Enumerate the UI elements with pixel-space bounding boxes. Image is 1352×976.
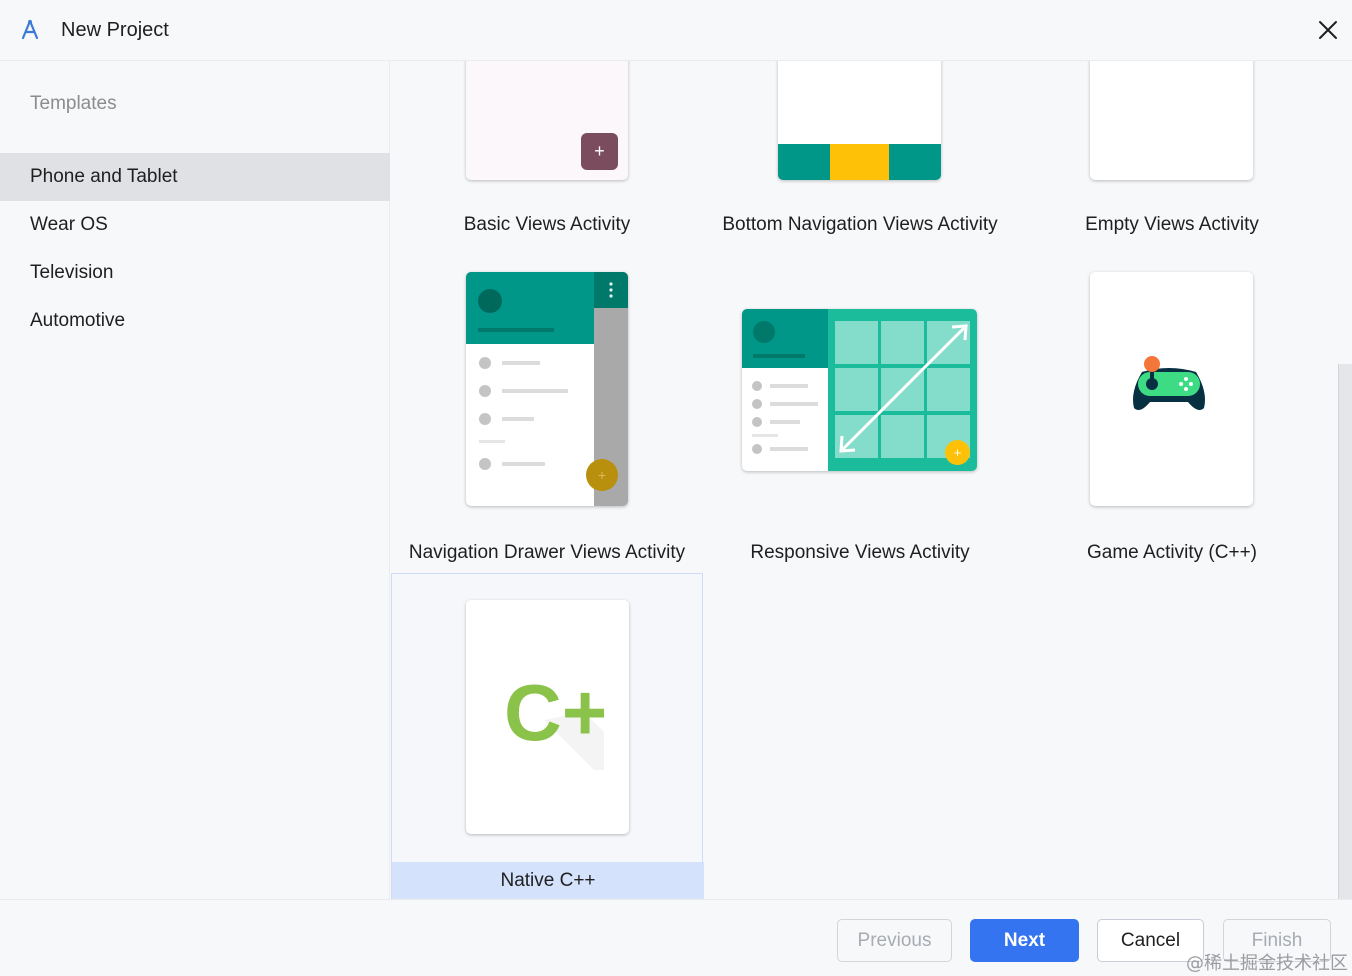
template-card-navigation-drawer[interactable]: + Navigation Drawer Views Activity	[391, 272, 703, 572]
fab-plus-icon: +	[586, 459, 618, 491]
template-label: Game Activity (C++)	[1087, 542, 1257, 563]
window-title: New Project	[61, 19, 169, 41]
drawer-menu-items	[479, 357, 568, 470]
android-studio-icon	[21, 19, 39, 40]
template-card-responsive-views[interactable]: + Responsive Views Activity	[704, 272, 1016, 572]
sidebar-header: Templates	[30, 93, 117, 114]
basic-views-preview: +	[466, 61, 628, 180]
fab-plus-icon: +	[945, 440, 970, 465]
sidebar-item-wear-os[interactable]: Wear OS	[0, 201, 390, 249]
template-label: Basic Views Activity	[463, 214, 631, 235]
sidebar-item-automotive[interactable]: Automotive	[0, 297, 390, 345]
watermark: @稀土掘金技术社区	[1186, 953, 1348, 974]
template-grid: + Basic Views Activity Bottom Navigation…	[391, 61, 1352, 899]
responsive-views-preview: +	[742, 309, 977, 471]
game-activity-preview	[1090, 272, 1253, 506]
template-card-game-activity[interactable]: Game Activity (C++)	[1016, 272, 1328, 572]
template-label: Responsive Views Activity	[750, 542, 970, 563]
navigation-drawer-preview: +	[466, 272, 628, 506]
sidebar-item-phone-and-tablet[interactable]: Phone and Tablet	[0, 153, 390, 201]
gamepad-icon	[1133, 356, 1205, 410]
fab-plus-icon: +	[581, 133, 618, 170]
sidebar-item-television[interactable]: Television	[0, 249, 390, 297]
bottom-nav-selected-tab	[830, 144, 889, 180]
next-button[interactable]: Next	[970, 919, 1079, 962]
empty-views-preview	[1090, 61, 1253, 180]
svg-text:C++: C++	[504, 672, 604, 757]
close-icon[interactable]	[1312, 14, 1344, 46]
template-label: Empty Views Activity	[1085, 214, 1259, 235]
scrollbar-thumb[interactable]	[1338, 364, 1352, 899]
dialog-footer: Previous Next Cancel Finish	[0, 899, 1352, 976]
bottom-navigation-preview	[778, 61, 941, 180]
template-card-bottom-navigation[interactable]: Bottom Navigation Views Activity	[704, 61, 1016, 251]
responsive-list	[752, 381, 818, 454]
previous-button[interactable]: Previous	[837, 919, 952, 962]
template-label: Native C++	[392, 862, 704, 899]
template-label: Navigation Drawer Views Activity	[408, 542, 686, 563]
title-bar: New Project	[0, 0, 1352, 61]
template-card-native-cpp[interactable]: C++ Native C++	[391, 573, 704, 899]
template-card-empty-views[interactable]: Empty Views Activity	[1016, 61, 1328, 251]
cpp-logo-icon: C++	[504, 672, 604, 770]
resize-arrow-icon	[839, 324, 968, 453]
templates-sidebar: Templates Phone and Tablet Wear OS Telev…	[0, 61, 390, 899]
native-cpp-preview: C++	[466, 600, 629, 834]
template-card-basic-views[interactable]: + Basic Views Activity	[391, 61, 703, 251]
more-vert-icon	[609, 282, 613, 298]
template-label: Bottom Navigation Views Activity	[722, 214, 998, 235]
